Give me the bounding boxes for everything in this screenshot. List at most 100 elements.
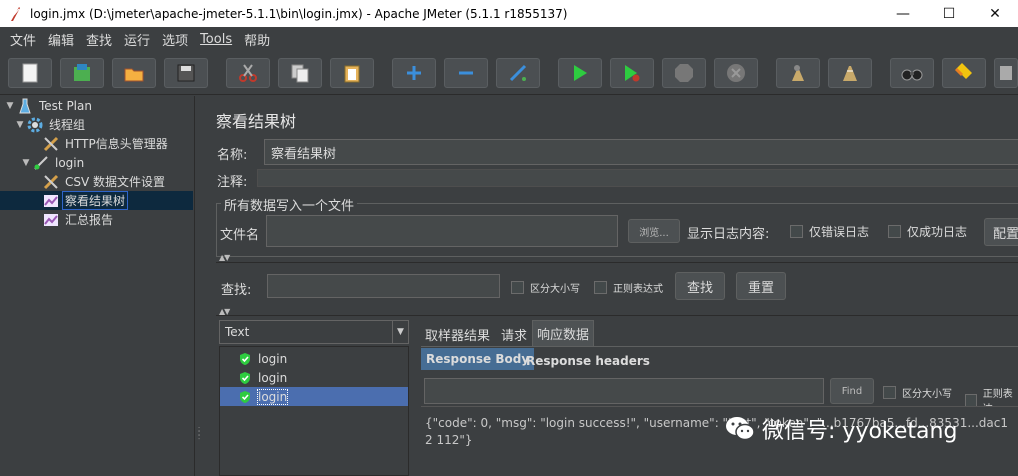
- expand-icon: [407, 66, 421, 80]
- save-button[interactable]: [164, 58, 208, 88]
- regex-checkbox[interactable]: 正则表达式: [594, 280, 663, 295]
- function-helper-button[interactable]: [994, 58, 1018, 88]
- tab-response-headers[interactable]: Response headers: [521, 350, 655, 372]
- search-label: 查找:: [221, 283, 252, 298]
- menu-tools[interactable]: Tools: [194, 32, 238, 47]
- paste-icon: [344, 65, 360, 83]
- tree-node-label: 汇总报告: [65, 213, 114, 227]
- configure-button[interactable]: 配置: [984, 218, 1018, 246]
- tree-node-summary-report[interactable]: 汇总报告: [30, 210, 115, 229]
- menu-file[interactable]: 文件: [4, 30, 42, 49]
- main-splitter[interactable]: [195, 96, 205, 476]
- success-only-checkbox[interactable]: 仅成功日志: [888, 223, 967, 240]
- stop-button[interactable]: [662, 58, 706, 88]
- errors-only-checkbox[interactable]: 仅错误日志: [790, 223, 869, 240]
- search-icon: [901, 69, 923, 81]
- stop-icon: [675, 64, 693, 82]
- clear-button[interactable]: [776, 58, 820, 88]
- reset-search-button[interactable]: [942, 58, 986, 88]
- name-field[interactable]: [264, 139, 1018, 165]
- filename-label: 文件名: [220, 228, 260, 243]
- sampler-icon: [32, 155, 50, 171]
- tab-sampler-result[interactable]: 取样器结果: [421, 322, 494, 346]
- reset-button[interactable]: 重置: [736, 272, 786, 300]
- templates-button[interactable]: [60, 58, 104, 88]
- menu-options[interactable]: 选项: [156, 30, 194, 49]
- expand-button[interactable]: [392, 58, 436, 88]
- cut-button[interactable]: [226, 58, 270, 88]
- copy-button[interactable]: [278, 58, 322, 88]
- tree-node-csv-data-set[interactable]: CSV 数据文件设置: [30, 172, 167, 191]
- tree-node-label: login: [55, 155, 85, 170]
- tab-response-body[interactable]: Response Body: [421, 348, 535, 370]
- tree-node-test-plan[interactable]: ▼ Test Plan: [4, 96, 94, 115]
- result-row[interactable]: login: [220, 349, 408, 368]
- menu-help[interactable]: 帮助: [238, 30, 276, 49]
- new-icon: [22, 63, 38, 83]
- test-plan-tree: ▼ Test Plan ▼ 线程组 HTTP信息头管理器 ▼ login CSV…: [0, 96, 195, 476]
- response-search-field[interactable]: [424, 378, 824, 404]
- minimize-button[interactable]: —: [880, 0, 926, 27]
- renderer-select[interactable]: Text ▼: [219, 320, 409, 344]
- close-button[interactable]: ✕: [972, 0, 1018, 27]
- search-field[interactable]: [267, 274, 500, 298]
- browse-button[interactable]: 浏览...: [628, 219, 680, 243]
- find-button[interactable]: Find: [830, 378, 874, 404]
- new-button[interactable]: [8, 58, 52, 88]
- results-splitter[interactable]: [409, 320, 419, 476]
- tree-node-http-header-manager[interactable]: HTTP信息头管理器: [30, 134, 170, 153]
- splitter-grip[interactable]: ∶ ∶ ∶: [198, 426, 202, 444]
- open-icon: [124, 68, 144, 82]
- shutdown-icon: [727, 64, 745, 82]
- paste-button[interactable]: [330, 58, 374, 88]
- tab-response-data[interactable]: 响应数据: [532, 320, 595, 346]
- tab-request[interactable]: 请求: [497, 322, 531, 346]
- tree-node-label: CSV 数据文件设置: [65, 175, 166, 189]
- start-no-pause-button[interactable]: [610, 58, 654, 88]
- result-label: login: [258, 351, 288, 366]
- tree-node-label: Test Plan: [39, 98, 92, 113]
- tree-node-thread-group[interactable]: ▼ 线程组: [14, 115, 87, 134]
- menu-search[interactable]: 查找: [80, 30, 118, 49]
- function-helper-icon: [1000, 66, 1012, 80]
- expand-arrow-icon[interactable]: ▼: [20, 158, 32, 168]
- result-label: login: [256, 388, 289, 405]
- copy-icon: [291, 64, 309, 83]
- filename-field[interactable]: [266, 215, 618, 247]
- collapse-arrows-icon[interactable]: ▲▼: [219, 253, 230, 262]
- tree-node-login[interactable]: ▼ login: [20, 153, 86, 172]
- comment-label: 注释:: [217, 175, 248, 190]
- templates-icon: [74, 64, 90, 81]
- comment-field[interactable]: [257, 169, 1018, 187]
- case-sensitive-checkbox[interactable]: 区分大小写: [511, 280, 580, 295]
- result-row-selected[interactable]: login: [220, 387, 408, 406]
- clear-icon: [792, 65, 804, 81]
- result-row[interactable]: login: [220, 368, 408, 387]
- tools-icon: [42, 136, 60, 152]
- open-button[interactable]: [112, 58, 156, 88]
- save-icon: [177, 64, 195, 82]
- expand-arrow-icon[interactable]: ▼: [4, 101, 16, 111]
- maximize-button[interactable]: ☐: [926, 0, 972, 27]
- collapse-button[interactable]: [444, 58, 488, 88]
- window-title: login.jmx (D:\jmeter\apache-jmeter-5.1.1…: [30, 6, 568, 21]
- wechat-watermark: 微信号: yyoketang: [724, 413, 957, 445]
- start-button[interactable]: [558, 58, 602, 88]
- gear-icon: [26, 117, 44, 133]
- search-button[interactable]: [890, 58, 934, 88]
- menu-edit[interactable]: 编辑: [42, 30, 80, 49]
- search-button[interactable]: 查找: [675, 272, 725, 300]
- tree-node-label: 线程组: [49, 118, 86, 132]
- shutdown-button[interactable]: [714, 58, 758, 88]
- expand-arrow-icon[interactable]: ▼: [14, 120, 26, 130]
- chart-icon: [42, 212, 60, 228]
- toggle-button[interactable]: [496, 58, 540, 88]
- case-sensitive-label: 区分大小写: [902, 389, 952, 400]
- tree-node-view-results-tree[interactable]: 察看结果树: [30, 191, 129, 210]
- reset-search-icon: [954, 63, 972, 79]
- response-case-sensitive-checkbox[interactable]: 区分大小写: [883, 385, 952, 400]
- clear-all-button[interactable]: [828, 58, 872, 88]
- title-bar: login.jmx (D:\jmeter\apache-jmeter-5.1.1…: [0, 0, 1018, 27]
- clear-all-icon: [843, 66, 857, 81]
- menu-run[interactable]: 运行: [118, 30, 156, 49]
